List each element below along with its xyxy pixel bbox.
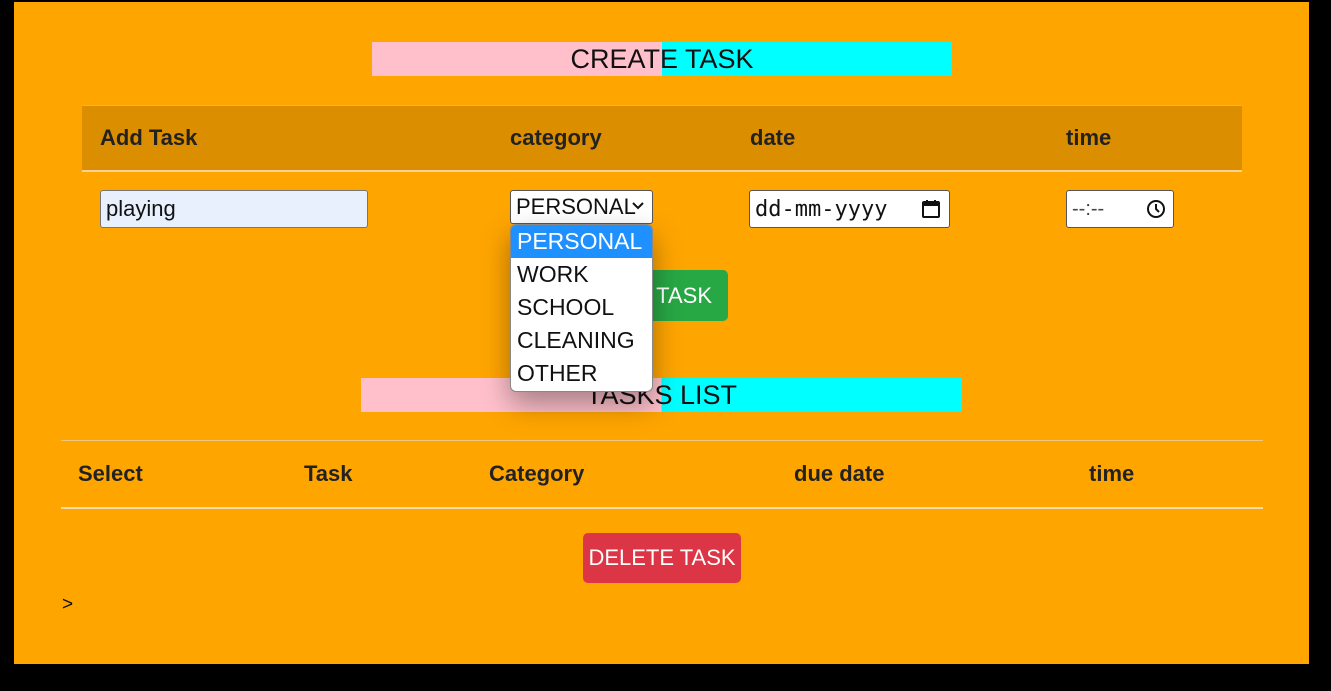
create-task-title-text: CREATE TASK (570, 43, 754, 74)
task-name-value: playing (106, 196, 176, 221)
date-placeholder: dd-mm-yyyy (755, 196, 888, 222)
calendar-icon[interactable] (921, 199, 941, 219)
time-input[interactable]: --:-- (1066, 190, 1174, 228)
header-date: date (750, 125, 796, 150)
category-option-cleaning[interactable]: CLEANING (511, 324, 652, 357)
category-dropdown-list[interactable]: PERSONAL WORK SCHOOL CLEANING OTHER (510, 224, 653, 392)
header-list-time: time (1089, 461, 1135, 486)
category-option-other[interactable]: OTHER (511, 357, 652, 390)
header-time: time (1066, 125, 1112, 150)
header-add-task: Add Task (100, 125, 198, 150)
header-due-date: due date (794, 461, 885, 486)
header-category: category (510, 125, 602, 150)
create-task-title: CREATE TASK (372, 42, 952, 76)
header-list-category: Category (489, 461, 585, 486)
category-select-value: PERSONAL (516, 194, 636, 219)
clock-icon[interactable] (1146, 199, 1166, 219)
date-input[interactable]: dd-mm-yyyy (749, 190, 950, 228)
time-placeholder: --:-- (1072, 197, 1105, 220)
delete-task-button[interactable]: DELETE TASK (583, 533, 741, 583)
header-select: Select (78, 461, 143, 486)
tasks-list-header-row: Select Task Category due date time (61, 440, 1263, 509)
tasks-list-title: TASKS LIST (361, 378, 962, 412)
task-name-input[interactable]: playing (100, 190, 368, 228)
stray-text: > (62, 594, 74, 615)
category-option-work[interactable]: WORK (511, 258, 652, 291)
delete-task-button-label: DELETE TASK (588, 545, 736, 570)
category-option-personal[interactable]: PERSONAL (511, 225, 652, 258)
chevron-down-icon (632, 202, 644, 210)
create-task-header-row: Add Task category date time (82, 105, 1242, 172)
category-select[interactable]: PERSONAL (510, 190, 653, 224)
category-option-school[interactable]: SCHOOL (511, 291, 652, 324)
header-task: Task (304, 461, 353, 486)
task-app-page: CREATE TASK Add Task category date time … (14, 2, 1309, 664)
